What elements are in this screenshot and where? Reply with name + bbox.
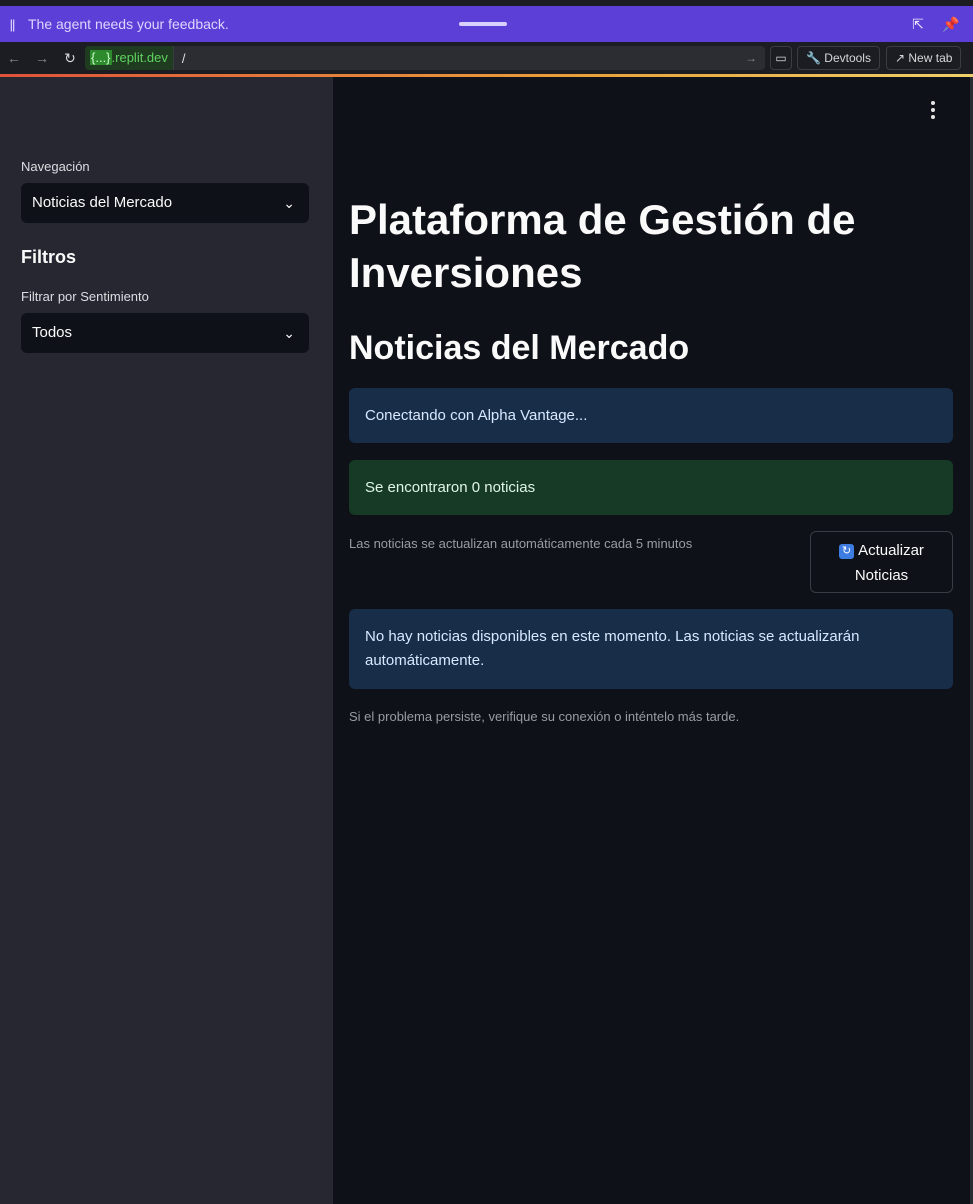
sidebar: Navegación Noticias del Mercado ⌄ Filtro… [0, 77, 333, 1204]
app-window: || The agent needs your feedback. ⇱ 📌 ← … [0, 0, 973, 1204]
found-success-text: Se encontraron 0 noticias [365, 479, 536, 496]
pin-icon[interactable]: 📌 [942, 15, 960, 33]
domain-highlight: {...} [90, 50, 112, 65]
nav-select[interactable]: Noticias del Mercado ⌄ [21, 183, 309, 223]
nav-select-value: Noticias del Mercado [32, 194, 173, 211]
reload-icon[interactable]: ↻ [56, 42, 84, 74]
chevron-down-icon: ⌄ [283, 325, 295, 341]
sentiment-select[interactable]: Todos ⌄ [21, 313, 309, 353]
go-arrow-icon[interactable]: → [745, 46, 757, 70]
sentiment-select-value: Todos [32, 324, 73, 341]
devtools-button[interactable]: 🔧 Devtools [797, 46, 880, 70]
forward-icon[interactable]: → [28, 42, 56, 74]
address-bar[interactable]: {...}.replit.dev / → [85, 46, 765, 70]
agent-feedback-bar: || The agent needs your feedback. ⇱ 📌 [0, 6, 973, 42]
new-tab-button[interactable]: ↗ New tab [886, 46, 962, 70]
screen-icon[interactable]: ▭ [770, 46, 792, 70]
refresh-news-button[interactable]: ↻ Actualizar Noticias [810, 531, 953, 593]
filters-heading: Filtros [21, 247, 77, 267]
found-success-alert: Se encontraron 0 noticias [349, 460, 953, 515]
auto-update-caption: Las noticias se actualizan automáticamen… [349, 536, 693, 551]
browser-toolbar: ← → ↻ {...}.replit.dev / → ▭ 🔧 Devtools … [0, 42, 973, 74]
problem-caption: Si el problema persiste, verifique su co… [349, 709, 740, 724]
agent-message: The agent needs your feedback. [28, 16, 229, 32]
main-content: Plataforma de Gestión de Inversiones Not… [333, 77, 973, 1204]
popout-icon[interactable]: ⇱ [909, 15, 927, 33]
connecting-info-alert: Conectando con Alpha Vantage... [349, 388, 953, 443]
domain-chip: {...}.replit.dev [85, 46, 174, 70]
drag-handle[interactable] [459, 22, 507, 26]
no-news-info-alert: No hay noticias disponibles en este mome… [349, 609, 953, 689]
section-title: Noticias del Mercado [349, 329, 690, 367]
connecting-info-text: Conectando con Alpha Vantage... [365, 407, 588, 424]
domain-suffix: .replit.dev [111, 50, 168, 65]
no-news-info-text: No hay noticias disponibles en este mome… [365, 628, 860, 669]
devtools-label: Devtools [824, 51, 871, 65]
chevron-down-icon: ⌄ [283, 195, 295, 211]
pause-icon[interactable]: || [0, 17, 24, 32]
page-title: Plataforma de Gestión de Inversiones [349, 196, 856, 296]
back-icon[interactable]: ← [0, 42, 28, 74]
new-tab-label: New tab [908, 51, 953, 65]
refresh-news-label: Actualizar Noticias [854, 542, 924, 584]
more-options-icon[interactable] [930, 101, 936, 122]
nav-label: Navegación [21, 159, 90, 174]
url-path: / [181, 50, 186, 66]
sentiment-label: Filtrar por Sentimiento [21, 289, 149, 304]
refresh-icon: ↻ [839, 544, 855, 559]
